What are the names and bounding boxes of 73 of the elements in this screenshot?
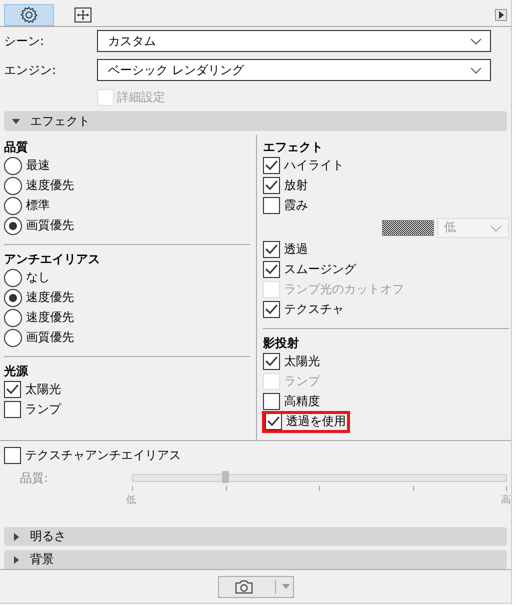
section-header[interactable]: 背景: [4, 550, 507, 570]
radio-label: 速度優先: [26, 309, 74, 326]
triangle-right-icon: [12, 532, 20, 541]
group-title: 影投射: [263, 334, 300, 352]
gear-icon: [20, 6, 38, 24]
radio-button[interactable]: [4, 196, 22, 215]
radio-label: 最速: [26, 157, 50, 174]
group-title: 品質: [4, 138, 29, 156]
triangle-right-icon: [12, 556, 20, 564]
checkbox[interactable]: [263, 177, 280, 194]
slider-label: 品質:: [20, 470, 50, 487]
toolbar-tab[interactable]: [4, 4, 54, 26]
frame-arrows-icon: [74, 6, 92, 22]
checkbox-label: スムージング: [284, 261, 356, 278]
expand-button[interactable]: [495, 8, 507, 20]
checkbox[interactable]: [263, 157, 280, 174]
checkbox[interactable]: [263, 393, 280, 410]
group-title: 光源: [4, 362, 29, 380]
slider-max-label: 高: [501, 494, 511, 507]
radio-label: 速度優先: [26, 289, 74, 306]
chevron-down-icon: [470, 67, 482, 74]
checkbox-label: 詳細設定: [117, 89, 165, 106]
checkbox[interactable]: [263, 241, 280, 258]
camera-icon: [234, 580, 252, 594]
group-title: アンチエイリアス: [4, 250, 101, 268]
radio-label: 画質優先: [26, 329, 74, 346]
caret-icon: [282, 584, 290, 590]
radio-button[interactable]: [4, 176, 22, 195]
radio-label: 標準: [26, 197, 50, 214]
radio-button[interactable]: [4, 216, 22, 235]
checkbox-label: テクスチャアンチエイリアス: [25, 446, 181, 464]
radio-label: 速度優先: [26, 177, 74, 194]
field-label: シーン:: [4, 32, 46, 50]
checkbox[interactable]: [263, 353, 280, 370]
radio-button[interactable]: [4, 156, 22, 175]
checkbox-label: 透過を使用: [286, 413, 346, 430]
checkbox[interactable]: [263, 261, 280, 278]
radio-button[interactable]: [4, 328, 22, 347]
checkbox-label: 放射: [284, 177, 308, 194]
triangle-right-icon: [498, 10, 504, 18]
radio-button[interactable]: [4, 288, 22, 307]
chevron-down-icon: [490, 224, 502, 232]
radio-button[interactable]: [4, 268, 22, 287]
checkbox[interactable]: [263, 301, 280, 318]
chevron-down-icon: [470, 38, 482, 46]
checkbox-label: ランプ光のカットオフ: [284, 281, 404, 298]
dropdown[interactable]: カスタム: [97, 30, 491, 52]
slider-min-label: 低: [126, 494, 136, 507]
checkbox[interactable]: [4, 401, 21, 418]
radio-label: なし: [26, 269, 50, 286]
camera-button[interactable]: [218, 576, 294, 598]
triangle-down-icon: [12, 117, 20, 125]
checkbox[interactable]: [4, 446, 21, 464]
checkbox-label: 太陽光: [284, 353, 320, 370]
pattern-swatch: [382, 220, 434, 236]
checkbox-label: テクスチャ: [284, 301, 344, 318]
field-label: エンジン:: [4, 62, 58, 79]
section-header[interactable]: 明るさ: [4, 527, 507, 546]
dropdown[interactable]: ベーシック レンダリング: [97, 59, 491, 82]
section-header[interactable]: エフェクト: [4, 111, 507, 131]
checkbox[interactable]: [265, 413, 282, 430]
checkbox[interactable]: [263, 197, 280, 214]
checkbox-label: 高精度: [284, 393, 320, 410]
checkbox[interactable]: [4, 381, 21, 398]
group-title: エフェクト: [263, 138, 324, 156]
checkbox-label: ランプ: [25, 401, 61, 418]
checkbox-label: ランプ: [284, 373, 320, 390]
checkbox-label: 霞み: [284, 197, 308, 214]
radio-button[interactable]: [4, 308, 22, 327]
checkbox-label: ハイライト: [284, 157, 344, 174]
checkbox-label: 透過: [284, 241, 308, 258]
radio-label: 画質優先: [26, 217, 74, 234]
checkbox-label: 太陽光: [25, 381, 61, 398]
